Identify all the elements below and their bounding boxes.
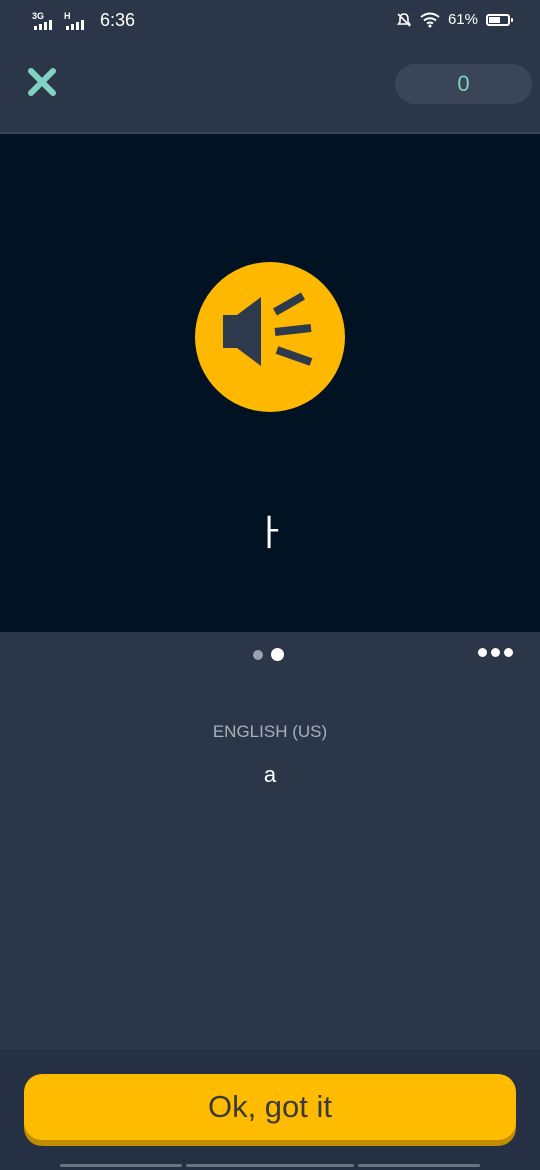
nav-gesture-bar-left: [60, 1164, 182, 1167]
page-dot-active[interactable]: [271, 648, 284, 661]
nav-gesture-bar-middle: [186, 1164, 354, 1167]
speaker-icon: [223, 292, 313, 366]
battery-fill: [489, 16, 500, 23]
status-bar: 3G H 6:36 61%: [0, 0, 540, 44]
translation-text: a: [263, 762, 277, 787]
status-time: 6:36: [100, 10, 136, 30]
more-options-button[interactable]: [478, 648, 513, 657]
status-right: 61%: [396, 11, 513, 28]
play-sound-button[interactable]: [195, 262, 345, 412]
status-left: 3G H 6:36: [32, 10, 135, 31]
nav-gesture-bar-right: [358, 1164, 480, 1167]
score-counter: 0: [395, 64, 532, 104]
ok-got-it-button[interactable]: Ok, got it: [24, 1074, 516, 1140]
network-h-icon: H: [64, 11, 86, 30]
page-dot[interactable]: [253, 649, 263, 660]
flashcard: ㅏ: [0, 134, 540, 632]
close-icon: [28, 68, 56, 96]
korean-character: ㅏ: [253, 512, 287, 553]
close-button[interactable]: [26, 66, 58, 98]
bottom-bar: Ok, got it: [0, 1050, 540, 1170]
language-label: ENGLISH (US): [212, 722, 328, 741]
top-bar: 0: [0, 44, 540, 132]
wifi-icon: [420, 12, 440, 27]
mute-icon: [396, 12, 412, 27]
battery-percent: 61%: [447, 11, 478, 28]
page-indicator: [253, 648, 284, 661]
more-options-icon: [478, 648, 513, 657]
battery-icon: [486, 13, 513, 26]
network-3g-icon: 3G: [32, 11, 54, 30]
